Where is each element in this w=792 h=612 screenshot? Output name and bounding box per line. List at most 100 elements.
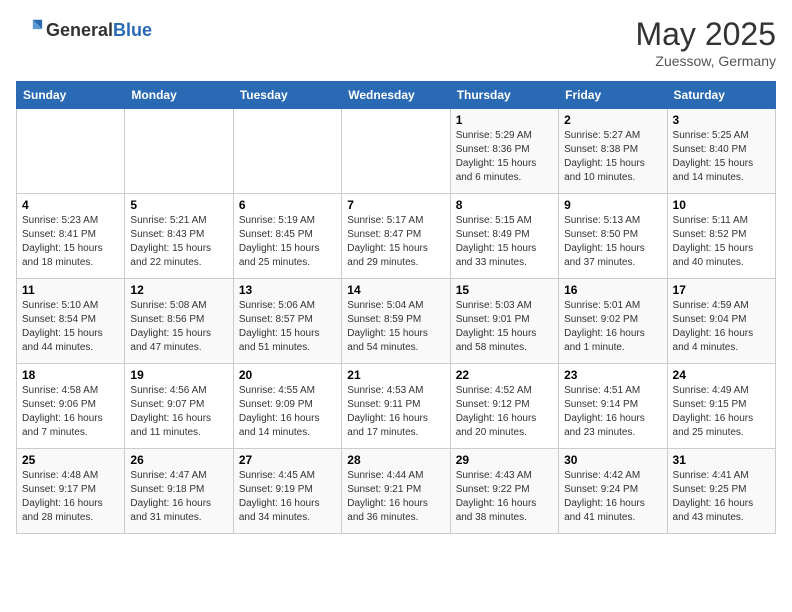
logo-icon [16, 16, 44, 44]
day-info: Sunrise: 5:08 AM Sunset: 8:56 PM Dayligh… [130, 299, 227, 355]
logo-general-text: General [46, 20, 113, 40]
day-info: Sunrise: 5:21 AM Sunset: 8:43 PM Dayligh… [130, 214, 227, 270]
calendar-cell: 30 Sunrise: 4:42 AM Sunset: 9:24 PM Dayli… [559, 449, 667, 534]
week-row-5: 25Sunrise: 4:48 AM Sunset: 9:17 PM Dayli… [17, 449, 776, 534]
day-number: 17 [673, 283, 770, 297]
calendar-cell: 11 Sunrise: 5:10 AM Sunset: 8:54 PM Dayli… [17, 279, 125, 364]
calendar-cell: 25Sunrise: 4:48 AM Sunset: 9:17 PM Dayli… [17, 449, 125, 534]
calendar-cell: 4 Sunrise: 5:23 AM Sunset: 8:41 PM Daylig… [17, 194, 125, 279]
day-info: Sunrise: 4:43 AM Sunset: 9:22 PM Dayligh… [456, 469, 553, 525]
day-info: Sunrise: 5:01 AM Sunset: 9:02 PM Dayligh… [564, 299, 661, 355]
day-info: Sunrise: 4:47 AM Sunset: 9:18 PM Dayligh… [130, 469, 227, 525]
day-info: Sunrise: 4:56 AM Sunset: 9:07 PM Dayligh… [130, 384, 227, 440]
calendar-cell: 27Sunrise: 4:45 AM Sunset: 9:19 PM Dayli… [233, 449, 341, 534]
calendar-cell: 2 Sunrise: 5:27 AM Sunset: 8:38 PM Daylig… [559, 109, 667, 194]
day-number: 9 [564, 198, 661, 212]
day-info: Sunrise: 4:51 AM Sunset: 9:14 PM Dayligh… [564, 384, 661, 440]
calendar-table: SundayMondayTuesdayWednesdayThursdayFrid… [16, 81, 776, 534]
calendar-cell [233, 109, 341, 194]
calendar-cell: 14Sunrise: 5:04 AM Sunset: 8:59 PM Dayli… [342, 279, 450, 364]
week-row-2: 4 Sunrise: 5:23 AM Sunset: 8:41 PM Daylig… [17, 194, 776, 279]
day-number: 2 [564, 113, 661, 127]
month-title: May 2025 [635, 16, 776, 53]
day-info: Sunrise: 5:27 AM Sunset: 8:38 PM Dayligh… [564, 129, 661, 185]
calendar-cell: 5Sunrise: 5:21 AM Sunset: 8:43 PM Daylig… [125, 194, 233, 279]
calendar-cell: 12 Sunrise: 5:08 AM Sunset: 8:56 PM Dayli… [125, 279, 233, 364]
calendar-cell: 1 Sunrise: 5:29 AM Sunset: 8:36 PM Daylig… [450, 109, 558, 194]
column-header-thursday: Thursday [450, 82, 558, 109]
day-info: Sunrise: 4:41 AM Sunset: 9:25 PM Dayligh… [673, 469, 770, 525]
day-info: Sunrise: 5:17 AM Sunset: 8:47 PM Dayligh… [347, 214, 444, 270]
column-header-friday: Friday [559, 82, 667, 109]
day-number: 29 [456, 453, 553, 467]
day-number: 20 [239, 368, 336, 382]
week-row-4: 18Sunrise: 4:58 AM Sunset: 9:06 PM Dayli… [17, 364, 776, 449]
logo: GeneralBlue [16, 16, 152, 44]
day-info: Sunrise: 5:04 AM Sunset: 8:59 PM Dayligh… [347, 299, 444, 355]
title-block: May 2025 Zuessow, Germany [635, 16, 776, 69]
calendar-cell: 22 Sunrise: 4:52 AM Sunset: 9:12 PM Dayli… [450, 364, 558, 449]
day-info: Sunrise: 4:52 AM Sunset: 9:12 PM Dayligh… [456, 384, 553, 440]
day-number: 30 [564, 453, 661, 467]
column-header-wednesday: Wednesday [342, 82, 450, 109]
day-number: 22 [456, 368, 553, 382]
calendar-cell [125, 109, 233, 194]
day-info: Sunrise: 4:55 AM Sunset: 9:09 PM Dayligh… [239, 384, 336, 440]
day-number: 7 [347, 198, 444, 212]
day-info: Sunrise: 4:44 AM Sunset: 9:21 PM Dayligh… [347, 469, 444, 525]
calendar-cell: 6 Sunrise: 5:19 AM Sunset: 8:45 PM Daylig… [233, 194, 341, 279]
header-row: SundayMondayTuesdayWednesdayThursdayFrid… [17, 82, 776, 109]
day-number: 28 [347, 453, 444, 467]
day-info: Sunrise: 5:13 AM Sunset: 8:50 PM Dayligh… [564, 214, 661, 270]
day-info: Sunrise: 5:06 AM Sunset: 8:57 PM Dayligh… [239, 299, 336, 355]
page-header: GeneralBlue May 2025 Zuessow, Germany [16, 16, 776, 69]
calendar-cell: 20 Sunrise: 4:55 AM Sunset: 9:09 PM Dayli… [233, 364, 341, 449]
day-info: Sunrise: 5:11 AM Sunset: 8:52 PM Dayligh… [673, 214, 770, 270]
calendar-cell: 9 Sunrise: 5:13 AM Sunset: 8:50 PM Daylig… [559, 194, 667, 279]
day-info: Sunrise: 5:29 AM Sunset: 8:36 PM Dayligh… [456, 129, 553, 185]
day-number: 12 [130, 283, 227, 297]
day-info: Sunrise: 5:03 AM Sunset: 9:01 PM Dayligh… [456, 299, 553, 355]
day-number: 1 [456, 113, 553, 127]
calendar-cell: 16 Sunrise: 5:01 AM Sunset: 9:02 PM Dayli… [559, 279, 667, 364]
day-number: 16 [564, 283, 661, 297]
calendar-cell: 24 Sunrise: 4:49 AM Sunset: 9:15 PM Dayli… [667, 364, 775, 449]
day-number: 26 [130, 453, 227, 467]
calendar-cell: 19 Sunrise: 4:56 AM Sunset: 9:07 PM Dayli… [125, 364, 233, 449]
calendar-cell: 7 Sunrise: 5:17 AM Sunset: 8:47 PM Daylig… [342, 194, 450, 279]
day-info: Sunrise: 5:25 AM Sunset: 8:40 PM Dayligh… [673, 129, 770, 185]
calendar-body: 1 Sunrise: 5:29 AM Sunset: 8:36 PM Daylig… [17, 109, 776, 534]
day-number: 15 [456, 283, 553, 297]
logo-blue-text: Blue [113, 20, 152, 40]
day-number: 11 [22, 283, 119, 297]
column-header-tuesday: Tuesday [233, 82, 341, 109]
calendar-cell: 31 Sunrise: 4:41 AM Sunset: 9:25 PM Dayli… [667, 449, 775, 534]
day-info: Sunrise: 5:10 AM Sunset: 8:54 PM Dayligh… [22, 299, 119, 355]
column-header-monday: Monday [125, 82, 233, 109]
day-info: Sunrise: 4:42 AM Sunset: 9:24 PM Dayligh… [564, 469, 661, 525]
day-number: 4 [22, 198, 119, 212]
day-number: 31 [673, 453, 770, 467]
day-number: 23 [564, 368, 661, 382]
calendar-cell: 18Sunrise: 4:58 AM Sunset: 9:06 PM Dayli… [17, 364, 125, 449]
day-number: 27 [239, 453, 336, 467]
day-info: Sunrise: 4:53 AM Sunset: 9:11 PM Dayligh… [347, 384, 444, 440]
day-number: 6 [239, 198, 336, 212]
calendar-cell: 3Sunrise: 5:25 AM Sunset: 8:40 PM Daylig… [667, 109, 775, 194]
day-info: Sunrise: 4:59 AM Sunset: 9:04 PM Dayligh… [673, 299, 770, 355]
day-info: Sunrise: 5:23 AM Sunset: 8:41 PM Dayligh… [22, 214, 119, 270]
day-number: 10 [673, 198, 770, 212]
week-row-1: 1 Sunrise: 5:29 AM Sunset: 8:36 PM Daylig… [17, 109, 776, 194]
day-number: 24 [673, 368, 770, 382]
column-header-saturday: Saturday [667, 82, 775, 109]
column-header-sunday: Sunday [17, 82, 125, 109]
day-number: 19 [130, 368, 227, 382]
calendar-header: SundayMondayTuesdayWednesdayThursdayFrid… [17, 82, 776, 109]
calendar-cell: 8Sunrise: 5:15 AM Sunset: 8:49 PM Daylig… [450, 194, 558, 279]
calendar-cell: 13Sunrise: 5:06 AM Sunset: 8:57 PM Dayli… [233, 279, 341, 364]
calendar-cell [342, 109, 450, 194]
day-info: Sunrise: 4:49 AM Sunset: 9:15 PM Dayligh… [673, 384, 770, 440]
day-info: Sunrise: 4:58 AM Sunset: 9:06 PM Dayligh… [22, 384, 119, 440]
day-info: Sunrise: 5:19 AM Sunset: 8:45 PM Dayligh… [239, 214, 336, 270]
calendar-cell: 17 Sunrise: 4:59 AM Sunset: 9:04 PM Dayli… [667, 279, 775, 364]
